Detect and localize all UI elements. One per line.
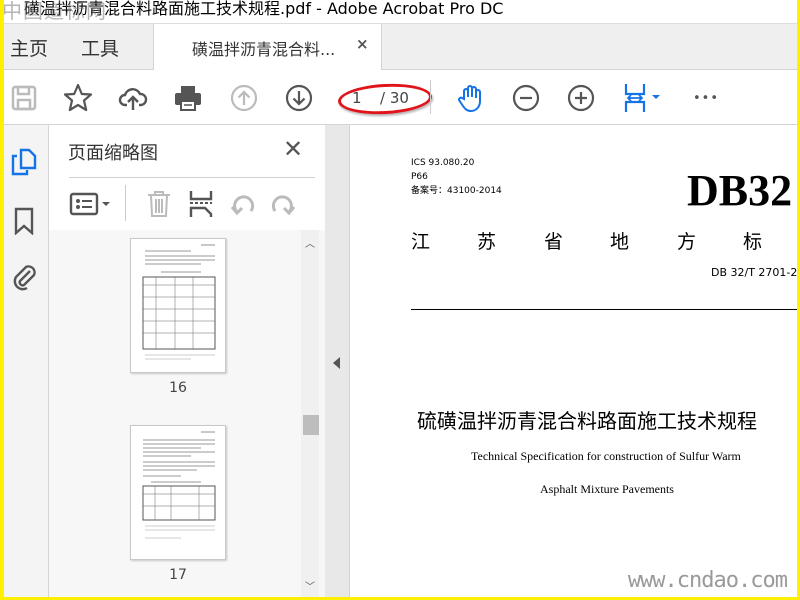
standard-number: DB 32/T 2701-2 — [711, 266, 797, 279]
options-list-icon — [69, 192, 110, 216]
fit-page-dropdown[interactable] — [620, 82, 664, 114]
classification-code: P66 — [411, 172, 428, 182]
page-thumbnails-button[interactable] — [10, 147, 38, 181]
record-number: 备案号：43100-2014 — [411, 186, 502, 196]
printer-icon — [175, 86, 201, 111]
collapse-arrow-icon — [333, 357, 340, 369]
tab-close-icon[interactable]: × — [356, 35, 369, 53]
more-tools-button[interactable]: ••• — [690, 82, 722, 114]
rotate-clockwise-button[interactable] — [269, 191, 297, 221]
arrow-up-circle-icon — [230, 84, 258, 112]
cloud-upload-icon — [118, 88, 148, 110]
thumbnail-list: 16 17 ︿ ﹀ — [49, 230, 325, 597]
pages-icon — [11, 148, 37, 176]
left-navigation-rail — [4, 125, 49, 597]
trash-icon — [148, 191, 170, 217]
scroll-up-icon[interactable]: ︿ — [305, 235, 315, 250]
acrobat-window: 磺温拌沥青混合料路面施工技术规程.pdf - Adobe Acrobat Pro… — [4, 0, 797, 597]
next-page-button[interactable] — [283, 82, 315, 114]
more-icon: ••• — [692, 90, 719, 106]
toolbar: 1 / 30 ••• — [4, 70, 797, 125]
zoom-out-button[interactable] — [510, 82, 542, 114]
hand-icon — [458, 85, 481, 113]
insert-page-button[interactable] — [188, 189, 214, 223]
watermark-url: www.cndao.com — [627, 568, 788, 593]
red-annotation-ellipse — [337, 81, 433, 117]
scrollbar-thumb[interactable] — [303, 415, 319, 435]
heading-char: 标 — [743, 231, 763, 253]
delete-page-button[interactable] — [146, 190, 172, 222]
ics-code: ICS 93.080.20 — [411, 158, 475, 168]
standard-code-large: DB32 — [687, 166, 793, 215]
toolbar-divider — [430, 80, 431, 114]
bookmark-icon — [14, 207, 34, 236]
document-view[interactable]: ICS 93.080.20 P66 备案号：43100-2014 DB32 江 … — [350, 125, 797, 597]
heading-char: 地 — [610, 231, 630, 253]
divider — [125, 185, 126, 221]
page-thumbnails-panel: 页面缩略图 ✕ 16 17 ︿ ﹀ — [49, 125, 325, 597]
tab-tools[interactable]: 工具 — [81, 34, 119, 61]
print-button[interactable] — [172, 82, 204, 114]
panel-close-icon[interactable]: ✕ — [283, 135, 303, 163]
bookmark-star-button[interactable] — [62, 82, 94, 114]
collapse-panel-handle[interactable] — [325, 125, 350, 597]
heading-char: 江 — [411, 231, 431, 253]
rotate-counterclockwise-button[interactable] — [229, 191, 257, 221]
document-title-en-line2: Asphalt Mixture Pavements — [540, 482, 674, 496]
rotate-left-icon — [230, 195, 255, 216]
panel-title: 页面缩略图 — [68, 143, 158, 164]
upload-cloud-button[interactable] — [117, 82, 149, 114]
tab-home[interactable]: 主页 — [10, 34, 48, 61]
insert-page-icon — [189, 191, 213, 217]
attachments-button[interactable] — [10, 261, 38, 295]
plus-circle-icon — [567, 84, 595, 112]
thumbnail-options-dropdown[interactable] — [69, 191, 113, 221]
page-number-field[interactable]: 1 / 30 — [337, 81, 433, 117]
bookmarks-button[interactable] — [13, 207, 35, 239]
title-bar: 磺温拌沥青混合料路面施工技术规程.pdf - Adobe Acrobat Pro… — [4, 0, 797, 24]
save-icon — [11, 85, 37, 111]
previous-page-button[interactable] — [228, 82, 260, 114]
page-thumbnail-17[interactable] — [130, 425, 226, 560]
fit-width-icon — [624, 84, 660, 112]
heading-char: 苏 — [477, 231, 497, 253]
tab-document[interactable]: 磺温拌沥青混合料... × — [153, 24, 382, 71]
thumbnail-label: 17 — [169, 567, 187, 583]
thumbnail-label: 16 — [169, 380, 187, 396]
arrow-down-circle-icon — [285, 84, 313, 112]
paperclip-icon — [13, 265, 36, 291]
hand-tool-button[interactable] — [455, 82, 487, 114]
page-thumbnail-16[interactable] — [130, 238, 226, 373]
tab-document-label: 磺温拌沥青混合料... — [192, 40, 336, 59]
header-rule — [411, 309, 797, 310]
star-icon — [63, 83, 93, 112]
page-preview — [142, 431, 216, 539]
heading-char: 方 — [677, 231, 697, 253]
heading-char: 省 — [544, 231, 564, 253]
tab-bar: 主页 工具 磺温拌沥青混合料... × — [4, 24, 797, 71]
zoom-in-button[interactable] — [565, 82, 597, 114]
divider — [69, 177, 315, 178]
document-title-cn: 硫磺温拌沥青混合料路面施工技术规程 — [417, 409, 757, 433]
document-header-meta: ICS 93.080.20 P66 备案号：43100-2014 — [411, 156, 502, 198]
scroll-down-icon[interactable]: ﹀ — [305, 578, 315, 593]
document-title-en-line1: Technical Specification for construction… — [471, 449, 741, 463]
watermark-logo: 中国道标网 — [4, 0, 107, 23]
minus-circle-icon — [512, 84, 540, 112]
save-button[interactable] — [8, 82, 40, 114]
page-preview — [142, 244, 216, 360]
rotate-right-icon — [271, 195, 296, 216]
thumbnail-scrollbar[interactable]: ︿ ﹀ — [301, 230, 319, 597]
